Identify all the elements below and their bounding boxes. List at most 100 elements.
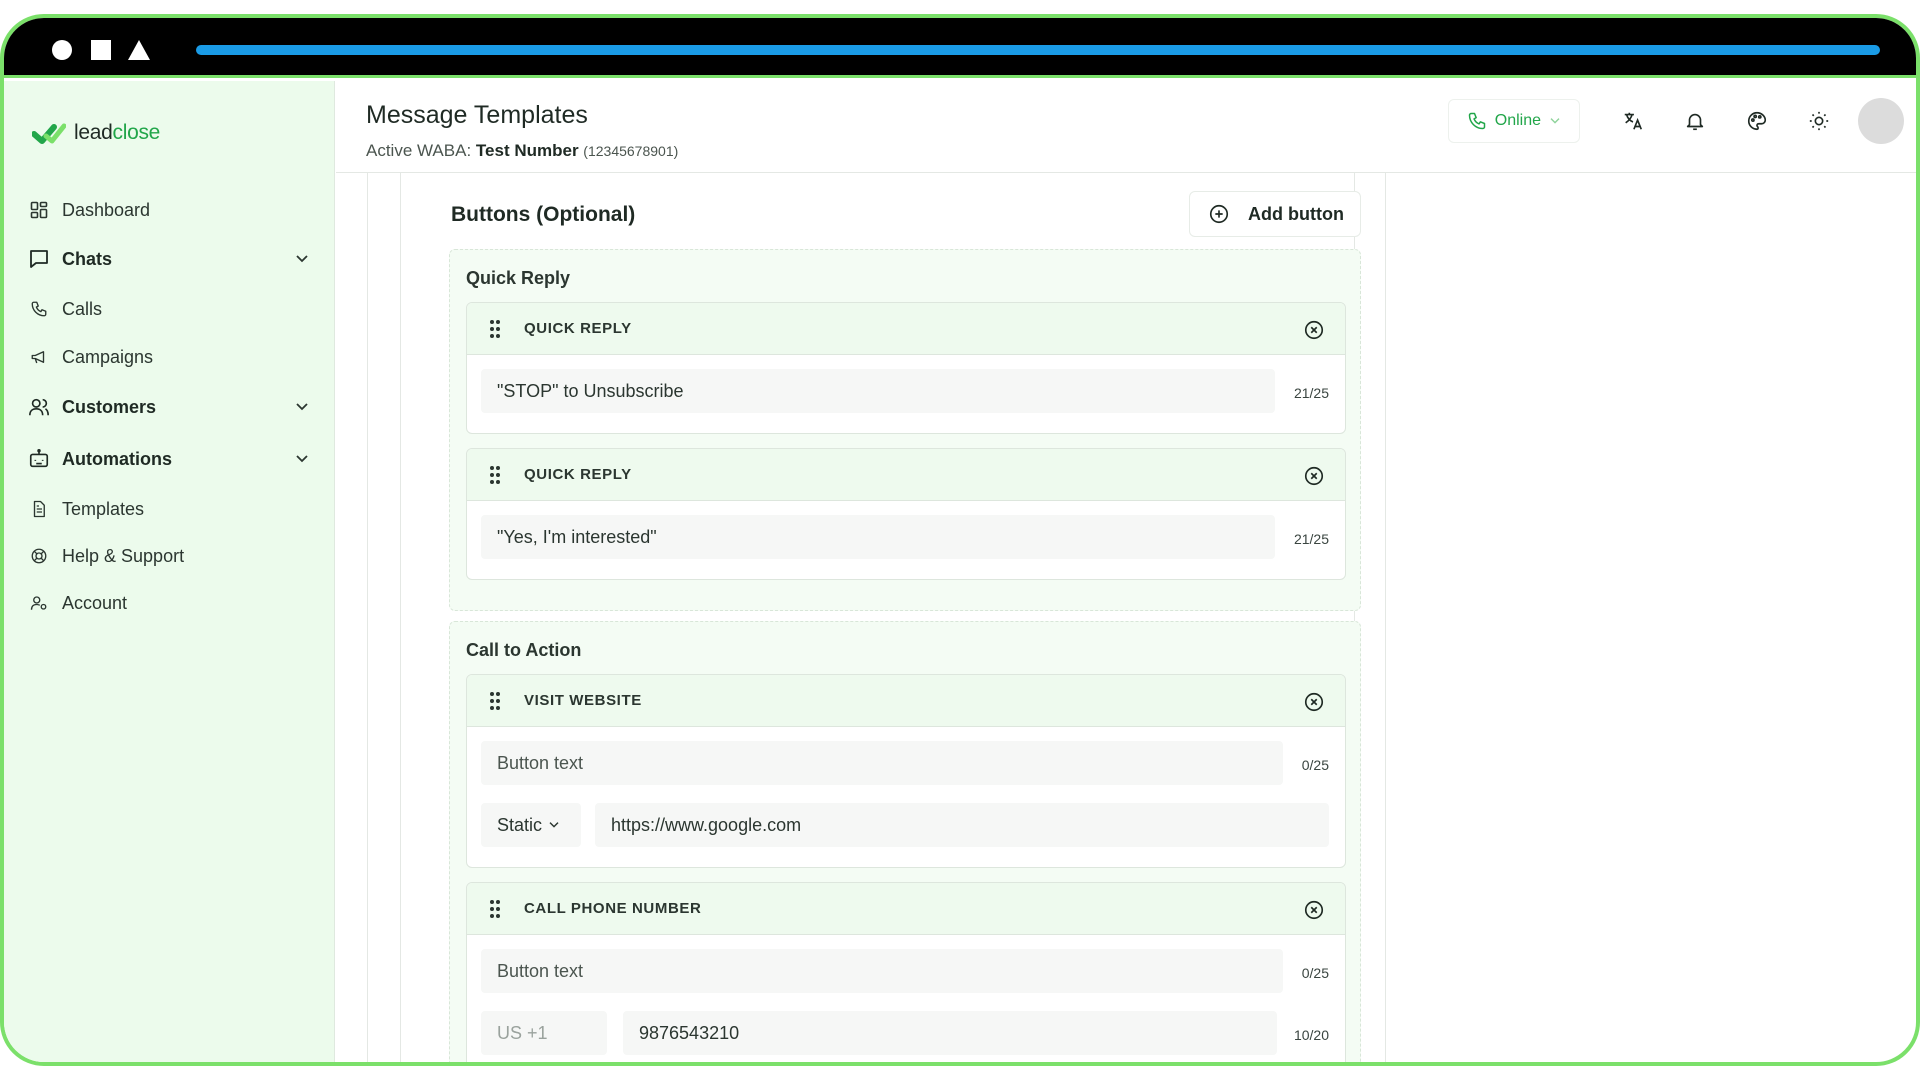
character-counter: 10/20: [1293, 1027, 1329, 1043]
sidebar-item-account[interactable]: Account: [4, 579, 335, 627]
sidebar-item-chats[interactable]: Chats: [4, 233, 335, 285]
sidebar-item-customers[interactable]: Customers: [4, 381, 335, 433]
group-title: Call to Action: [466, 640, 582, 660]
call-to-action-group: Call to Action VISIT WEBSITE Button text…: [449, 621, 1361, 1062]
quick-reply-text-input[interactable]: "Yes, I'm interested": [481, 515, 1275, 559]
visit-website-card: VISIT WEBSITE Button text 0/25 Static ht…: [466, 674, 1346, 868]
button-type-label: QUICK REPLY: [524, 466, 632, 483]
quick-reply-card: QUICK REPLY "STOP" to Unsubscribe 21/25: [466, 302, 1346, 434]
sidebar-item-label: Calls: [62, 298, 103, 319]
button-card-header: QUICK REPLY: [467, 303, 1345, 355]
chevron-down-icon: [1550, 118, 1560, 124]
sidebar-item-label: Campaigns: [62, 346, 154, 367]
group-title: Quick Reply: [466, 268, 571, 288]
section-title: Buttons (Optional): [451, 203, 636, 226]
phone-number-input[interactable]: 9876543210: [623, 1011, 1277, 1055]
light-mode-button[interactable]: [1799, 101, 1839, 141]
character-counter: 0/25: [1301, 757, 1329, 773]
remove-button-icon[interactable]: [1303, 465, 1325, 487]
remove-button-icon[interactable]: [1303, 319, 1325, 341]
remove-button-icon[interactable]: [1303, 691, 1325, 713]
quick-reply-card: QUICK REPLY "Yes, I'm interested" 21/25: [466, 448, 1346, 580]
leadclose-logo-icon: [32, 123, 66, 144]
quick-reply-text-input[interactable]: "STOP" to Unsubscribe: [481, 369, 1275, 413]
sun-icon: [1809, 111, 1829, 131]
users-icon: [28, 396, 50, 418]
theme-palette-button[interactable]: [1737, 101, 1777, 141]
megaphone-icon: [28, 346, 50, 368]
page-title: Message Templates: [366, 101, 588, 129]
dashboard-icon: [28, 199, 50, 221]
sidebar-item-label: Help & Support: [62, 545, 185, 566]
sidebar-item-templates[interactable]: Templates: [4, 485, 335, 533]
add-button-label: Add button: [1248, 203, 1344, 224]
chevron-down-icon[interactable]: [295, 454, 309, 464]
sidebar: leadclose Dashboard Chats Calls Campaign…: [4, 81, 335, 1062]
preview-panel-divider: [1385, 173, 1386, 1062]
button-card-header: CALL PHONE NUMBER: [467, 883, 1345, 935]
robot-icon: [28, 448, 50, 470]
loading-progress-bar: [196, 45, 1880, 55]
status-dropdown[interactable]: Online: [1447, 99, 1580, 143]
character-counter: 0/25: [1301, 965, 1329, 981]
lifebuoy-icon: [28, 545, 50, 567]
logo[interactable]: leadclose: [32, 121, 160, 145]
url-type-select[interactable]: Static: [481, 803, 581, 847]
window-titlebar: [4, 18, 1916, 78]
active-waba: Active WABA: Test Number (12345678901): [366, 141, 678, 161]
user-settings-icon: [28, 592, 50, 614]
sidebar-item-dashboard[interactable]: Dashboard: [4, 187, 335, 233]
sidebar-item-label: Automations: [62, 448, 172, 469]
chevron-down-icon[interactable]: [295, 254, 309, 264]
drag-handle-icon[interactable]: [489, 691, 501, 711]
phone-icon: [28, 298, 50, 320]
add-button[interactable]: Add button: [1189, 191, 1361, 237]
buttons-section: Buttons (Optional) Add button Quick Repl…: [400, 173, 1361, 1062]
triangle-icon: [128, 40, 150, 60]
sidebar-item-label: Chats: [62, 248, 113, 269]
page-header: Message Templates Active WABA: Test Numb…: [336, 81, 1916, 173]
chevron-down-icon[interactable]: [295, 402, 309, 412]
button-card-header: VISIT WEBSITE: [467, 675, 1345, 727]
sidebar-item-calls[interactable]: Calls: [4, 285, 335, 333]
waba-label: Active WABA:: [366, 141, 472, 160]
quick-reply-group: Quick Reply QUICK REPLY "STOP" to Unsubs…: [449, 249, 1361, 611]
chevron-down-icon: [549, 822, 559, 828]
logo-text: leadclose: [74, 121, 160, 145]
sidebar-item-automations[interactable]: Automations: [4, 433, 335, 485]
status-label: Online: [1494, 112, 1541, 129]
document-icon: [28, 498, 50, 520]
square-icon: [91, 40, 111, 60]
button-type-label: QUICK REPLY: [524, 320, 632, 337]
avatar[interactable]: [1858, 98, 1904, 144]
country-code-select[interactable]: US +1: [481, 1011, 607, 1055]
character-counter: 21/25: [1293, 385, 1329, 401]
sidebar-nav: Dashboard Chats Calls Campaigns Customer…: [4, 187, 335, 627]
button-text-input[interactable]: Button text: [481, 949, 1283, 993]
waba-number: (12345678901): [583, 143, 679, 159]
notifications-button[interactable]: [1675, 101, 1715, 141]
drag-handle-icon[interactable]: [489, 465, 501, 485]
logo-text-close: close: [112, 121, 161, 144]
call-phone-card: CALL PHONE NUMBER Button text 0/25 US +1…: [466, 882, 1346, 1062]
sidebar-item-label: Account: [62, 592, 128, 613]
template-editor-column: Buttons (Optional) Add button Quick Repl…: [367, 173, 1361, 1062]
button-type-label: CALL PHONE NUMBER: [524, 900, 702, 917]
sidebar-item-label: Customers: [62, 396, 157, 417]
waba-name: Test Number: [475, 141, 579, 160]
button-card-header: QUICK REPLY: [467, 449, 1345, 501]
drag-handle-icon[interactable]: [489, 899, 501, 919]
logo-text-lead: lead: [74, 121, 113, 144]
sidebar-item-help-support[interactable]: Help & Support: [4, 533, 335, 579]
device-frame: leadclose Dashboard Chats Calls Campaign…: [0, 14, 1920, 1066]
sidebar-item-label: Dashboard: [62, 199, 151, 220]
website-url-input[interactable]: https://www.google.com: [595, 803, 1329, 847]
remove-button-icon[interactable]: [1303, 899, 1325, 921]
header-actions: Online: [1447, 95, 1916, 147]
button-text-input[interactable]: Button text: [481, 741, 1283, 785]
sidebar-item-campaigns[interactable]: Campaigns: [4, 333, 335, 381]
bell-icon: [1686, 113, 1704, 131]
drag-handle-icon[interactable]: [489, 319, 501, 339]
translate-button[interactable]: [1613, 101, 1653, 141]
chat-icon: [28, 248, 50, 270]
